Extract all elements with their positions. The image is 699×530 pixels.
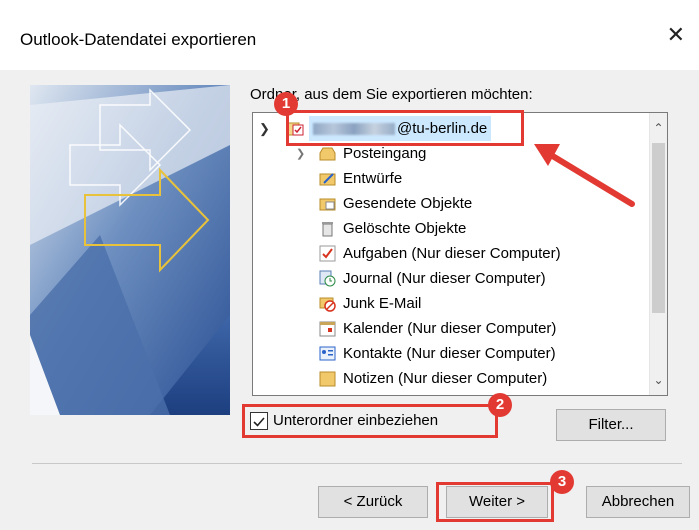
junk-mail-icon bbox=[319, 295, 336, 312]
tasks-icon bbox=[319, 245, 336, 262]
highlight-box-subfolders bbox=[242, 404, 498, 438]
back-button[interactable]: < Zurück bbox=[318, 486, 428, 518]
tree-item-label: Aufgaben (Nur dieser Computer) bbox=[343, 245, 561, 262]
export-dialog: Outlook-Datendatei exportieren ✕ Ordner,… bbox=[0, 0, 699, 530]
tree-item[interactable]: Junk E-Mail bbox=[253, 291, 648, 316]
journal-icon bbox=[319, 270, 336, 287]
tree-item-label: Gesendete Objekte bbox=[343, 195, 473, 212]
filter-button[interactable]: Filter... bbox=[556, 409, 666, 441]
title-bar: Outlook-Datendatei exportieren ✕ bbox=[0, 0, 699, 70]
sent-items-icon bbox=[319, 195, 336, 212]
highlight-box-next bbox=[436, 482, 554, 522]
separator bbox=[32, 463, 682, 464]
step-badge-1: 1 bbox=[274, 92, 298, 116]
tree-item-label: Gelöschte Objekte bbox=[343, 220, 467, 237]
tree-item-label: Journal (Nur dieser Computer) bbox=[343, 270, 546, 287]
tree-item-label: Kontakte (Nur dieser Computer) bbox=[343, 345, 556, 362]
contacts-icon bbox=[319, 345, 336, 362]
tree-item[interactable]: Notizen (Nur dieser Computer) bbox=[253, 366, 648, 391]
scroll-down-icon[interactable]: ⌄ bbox=[650, 373, 667, 387]
tree-item-label: Entwürfe bbox=[343, 170, 403, 187]
tree-item[interactable]: Journal (Nur dieser Computer) bbox=[253, 266, 648, 291]
tree-item-label: Junk E-Mail bbox=[343, 295, 422, 312]
scroll-up-icon[interactable]: ⌃ bbox=[650, 121, 667, 135]
tree-item-label: Kalender (Nur dieser Computer) bbox=[343, 320, 557, 337]
step-badge-3: 3 bbox=[550, 470, 574, 494]
wizard-banner-image bbox=[30, 85, 230, 415]
drafts-icon bbox=[319, 170, 336, 187]
notes-icon bbox=[319, 370, 336, 387]
tree-item[interactable]: Kalender (Nur dieser Computer) bbox=[253, 316, 648, 341]
scroll-thumb[interactable] bbox=[652, 143, 665, 313]
chevron-down-icon[interactable]: ❯ bbox=[259, 116, 270, 141]
annotation-arrow bbox=[534, 144, 635, 207]
window-title: Outlook-Datendatei exportieren bbox=[20, 30, 257, 49]
trash-icon bbox=[319, 220, 336, 237]
calendar-icon bbox=[319, 320, 336, 337]
inbox-icon bbox=[319, 145, 336, 162]
highlight-box-account bbox=[286, 110, 524, 146]
tree-scrollbar[interactable]: ⌃ ⌄ bbox=[649, 113, 667, 395]
step-badge-2: 2 bbox=[488, 393, 512, 417]
cancel-button[interactable]: Abbrechen bbox=[586, 486, 690, 518]
tree-item[interactable]: Aufgaben (Nur dieser Computer) bbox=[253, 241, 648, 266]
tree-item-label: Notizen (Nur dieser Computer) bbox=[343, 370, 548, 387]
tree-item[interactable]: Kontakte (Nur dieser Computer) bbox=[253, 341, 648, 366]
close-icon[interactable]: ✕ bbox=[667, 24, 685, 46]
